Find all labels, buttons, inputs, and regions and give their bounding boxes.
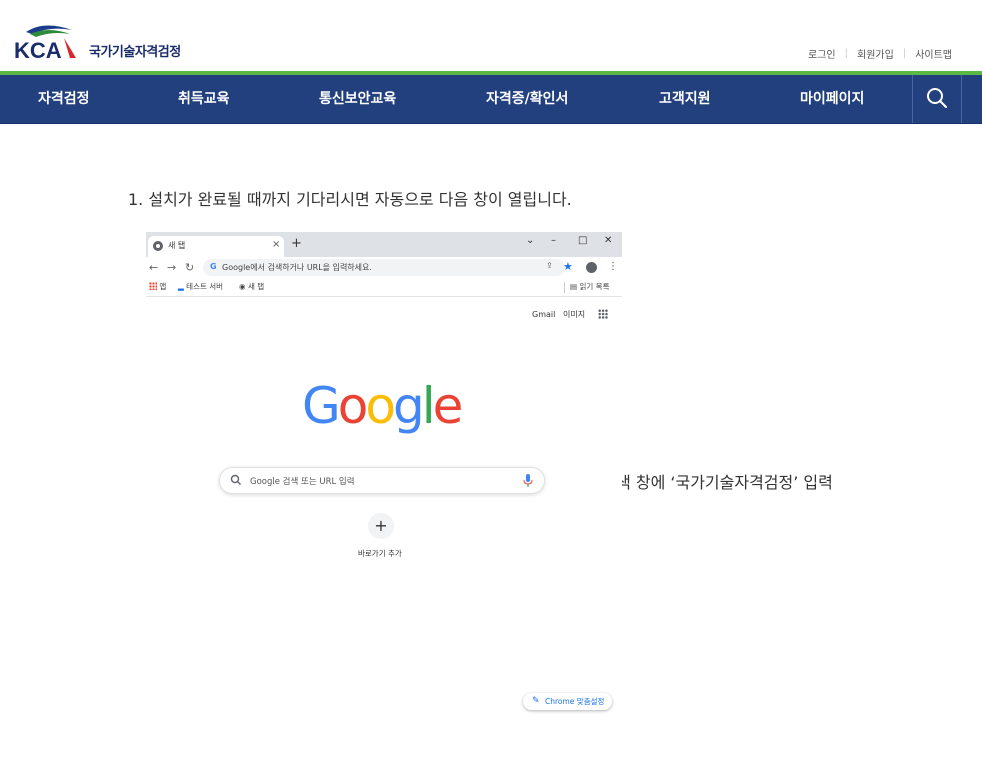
logo-subtitle: 국가기술자격검정 [89,45,181,60]
search-icon [927,88,947,108]
nav-item-customer-support[interactable]: 고객지원 [659,75,711,123]
gmail-link[interactable]: Gmail [532,310,555,319]
tab-search-icon[interactable]: ⌄ [526,235,534,246]
divider: | [902,48,907,59]
signup-link[interactable]: 회원가입 [857,46,894,61]
bookmark-label: 새 탭 [247,282,265,291]
reading-list-label: 읽기 목록 [579,282,610,291]
server-icon: ▂ [178,282,184,291]
logo-wordmark: KCA [14,38,62,60]
tab-title: 새 탭 [168,241,186,250]
logo-letter: e [432,377,464,435]
nav-item-exam[interactable]: 자격검정 [38,75,90,123]
bookmark-apps[interactable]: 앱 [149,281,166,292]
globe-icon: ◉ [239,282,246,291]
google-search-input[interactable]: Google 검색 또는 URL 입력 [219,467,545,494]
logo-letter: g [392,377,425,435]
minimize-button[interactable]: – [551,235,556,246]
customize-chrome-label: Chrome 맞춤설정 [545,697,605,706]
microphone-icon[interactable] [523,474,533,487]
chrome-screenshot: 새 탭 × + ⌄ – □ ✕ ← → ↻ G Google에서 검색하거나 U… [146,232,622,722]
bookmark-star-icon[interactable]: ★ [563,260,573,273]
nav-item-certificate[interactable]: 자격증/확인서 [486,75,568,123]
nav-item-mypage[interactable]: 마이페이지 [800,75,864,123]
instruction-step-1: 1. 설치가 완료될 때까지 기다리시면 자동으로 다음 창이 열립니다. [128,190,572,209]
share-icon[interactable]: ⇪ [546,261,553,270]
new-tab-button[interactable]: + [291,236,302,251]
logo-letter: o [365,377,396,435]
bookmark-new-tab[interactable]: ◉ 새 탭 [239,281,264,292]
kca-logo-mark: KCA [14,25,76,60]
reading-list[interactable]: ▤ 읽기 목록 [570,281,609,292]
nav-item-acquisition-education[interactable]: 취득교육 [178,75,230,123]
divider: | [844,48,848,59]
kca-logo[interactable]: KCA 국가기술자격검정 [14,20,214,62]
images-link[interactable]: 이미지 [563,310,585,319]
bookmark-label: 앱 [159,282,167,291]
add-shortcut-button[interactable]: + [368,513,394,539]
nav-search-button[interactable] [912,75,962,123]
utility-links: 로그인 | 회원가입 | 사이트맵 [808,46,952,61]
bookmark-test-server[interactable]: ▂ 테스트 서버 [178,281,223,292]
profile-avatar[interactable] [586,262,597,273]
back-icon[interactable]: ← [149,261,158,274]
google-apps-icon[interactable] [598,309,608,319]
nav-item-security-education[interactable]: 통신보안교육 [319,75,396,123]
logo-letter: o [337,377,369,435]
menu-icon[interactable]: ⋮ [608,261,618,272]
chrome-tabbar: 새 탭 × + ⌄ – □ ✕ [146,232,622,257]
add-shortcut-label: 바로가기 추가 [358,549,402,558]
reading-list-icon: ▤ [570,282,578,291]
chrome-icon [153,241,163,251]
ntp-top-links: Gmail 이미지 [532,309,585,320]
bookmark-label: 테스트 서버 [186,282,224,291]
search-icon [230,474,241,485]
google-icon: G [210,262,217,271]
logo-letter: l [421,377,436,435]
close-icon[interactable]: × [272,239,280,250]
main-nav: 자격검정 취득교육 통신보안교육 자격증/확인서 고객지원 마이페이지 [0,75,982,124]
maximize-button[interactable]: □ [578,235,587,246]
address-bar-placeholder: Google에서 검색하거나 URL을 입력하세요. [222,263,372,272]
google-logo: Google [302,377,464,435]
pencil-icon: ✎ [532,696,540,706]
reload-icon[interactable]: ↻ [185,261,194,274]
forward-icon[interactable]: → [167,261,176,274]
chrome-toolbar: ← → ↻ G Google에서 검색하거나 URL을 입력하세요. ⇪ ★ ⋮ [146,257,622,279]
window-close-button[interactable]: ✕ [604,235,612,246]
apps-icon [149,282,157,290]
customize-chrome-button[interactable]: ✎ Chrome 맞춤설정 [523,693,612,710]
address-bar[interactable]: G Google에서 검색하거나 URL을 입력하세요. ⇪ [203,259,565,276]
search-placeholder: Google 검색 또는 URL 입력 [250,477,355,487]
divider [564,282,565,293]
login-link[interactable]: 로그인 [808,46,836,61]
bookmarks-bar: 앱 ▂ 테스트 서버 ◉ 새 탭 ▤ 읽기 목록 [146,279,622,297]
site-header: KCA 국가기술자격검정 로그인 | 회원가입 | 사이트맵 [0,0,982,72]
logo-letter: G [302,377,341,435]
sitemap-link[interactable]: 사이트맵 [915,46,952,61]
chrome-tab[interactable]: 새 탭 × [148,236,284,257]
